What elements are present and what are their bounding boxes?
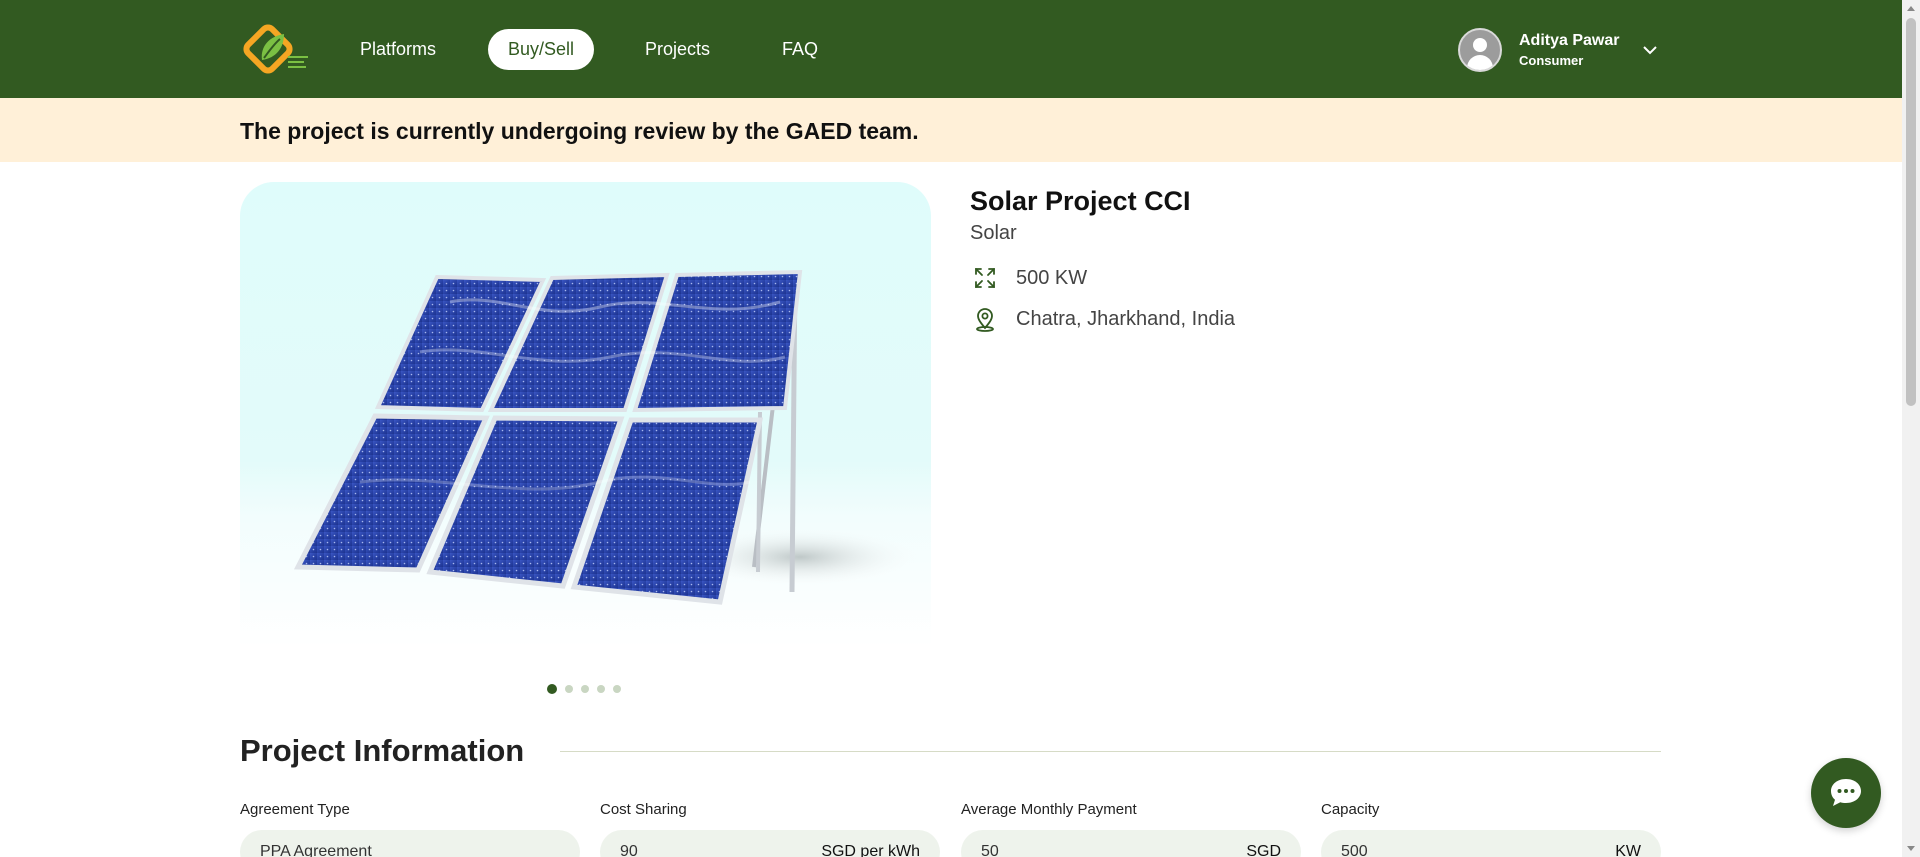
carousel-dot[interactable] [547, 684, 557, 694]
expand-arrows-icon [975, 268, 995, 288]
project-type: Solar [970, 222, 1017, 244]
capacity-value: 500 KW [1016, 266, 1088, 289]
average-monthly-payment-unit: SGD [1246, 843, 1281, 857]
carousel-dot[interactable] [597, 685, 605, 693]
banner-message: The project is currently undergoing revi… [240, 118, 919, 144]
cost-sharing-value: 90 [620, 843, 638, 857]
average-monthly-payment-value: 50 [981, 843, 999, 857]
scrollbar-thumb[interactable] [1906, 18, 1916, 406]
chevron-down-icon[interactable] [1641, 41, 1659, 59]
carousel-dot[interactable] [613, 685, 621, 693]
capacity-field[interactable]: 500 KW [1321, 830, 1661, 857]
map-pin-icon [976, 308, 994, 332]
chat-bubble-icon [1831, 779, 1861, 806]
scroll-up-arrow[interactable] [1907, 6, 1915, 11]
project-image [240, 182, 931, 647]
agreement-type-label: Agreement Type [240, 801, 350, 818]
capacity-field-value: 500 [1341, 843, 1368, 857]
project-location: Chatra, Jharkhand, India [972, 306, 1235, 332]
capacity-field-unit: KW [1615, 843, 1641, 857]
carousel-dots [547, 684, 621, 694]
cost-sharing-unit: SGD per kWh [821, 843, 920, 857]
carousel-dot[interactable] [565, 685, 573, 693]
user-menu[interactable]: Aditya Pawar Consumer [1458, 28, 1659, 72]
user-name: Aditya Pawar [1519, 32, 1620, 49]
average-monthly-payment-field[interactable]: 50 SGD [961, 830, 1301, 857]
nav-platforms[interactable]: Platforms [360, 29, 436, 70]
gaed-logo-icon[interactable] [240, 20, 318, 78]
top-nav-bar: Platforms Buy/Sell Projects FAQ Aditya P… [0, 0, 1902, 98]
user-role: Consumer [1519, 53, 1584, 68]
nav-faq[interactable]: FAQ [782, 29, 818, 70]
nav-projects[interactable]: Projects [645, 29, 710, 70]
section-divider [560, 751, 1661, 752]
solar-panel-illustration [293, 269, 920, 605]
capacity-label: Capacity [1321, 801, 1380, 818]
scroll-down-arrow[interactable] [1907, 846, 1915, 851]
review-status-banner: The project is currently undergoing revi… [0, 98, 1902, 162]
average-monthly-payment-label: Average Monthly Payment [961, 801, 1137, 818]
agreement-type-value: PPA Agreement [260, 843, 372, 857]
nav-buy-sell[interactable]: Buy/Sell [488, 29, 595, 70]
carousel-dot[interactable] [581, 685, 589, 693]
section-title: Project Information [240, 733, 525, 768]
project-title: Solar Project CCI [970, 186, 1191, 216]
chat-button[interactable] [1811, 758, 1881, 828]
project-capacity: 500 KW [972, 265, 1087, 291]
agreement-type-field[interactable]: PPA Agreement [240, 830, 580, 857]
page-scrollbar[interactable] [1902, 0, 1920, 857]
cost-sharing-field[interactable]: 90 SGD per kWh [600, 830, 940, 857]
user-avatar-icon [1458, 28, 1502, 72]
location-value: Chatra, Jharkhand, India [1016, 307, 1236, 330]
cost-sharing-label: Cost Sharing [600, 801, 687, 818]
